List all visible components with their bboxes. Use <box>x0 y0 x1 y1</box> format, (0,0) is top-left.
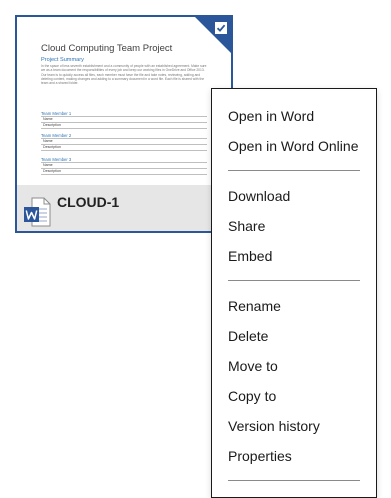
menu-separator <box>228 280 360 281</box>
preview-member-block: Team Member 1 Name Description <box>41 111 207 129</box>
menu-separator <box>228 480 360 481</box>
file-tile-footer[interactable]: CLOUD-1 <box>17 185 231 231</box>
menu-item-open-in-word[interactable]: Open in Word <box>228 106 314 126</box>
preview-section-heading: Project Summary <box>41 57 84 63</box>
file-tile[interactable]: Cloud Computing Team Project Project Sum… <box>15 15 233 233</box>
preview-member-block: Team Member 2 Name Description <box>41 133 207 151</box>
preview-member-block: Team Member 3 Name Description <box>41 157 207 175</box>
menu-item-share[interactable]: Share <box>228 216 265 236</box>
preview-body-text: In the space of less seventh establishme… <box>41 64 207 86</box>
file-name[interactable]: CLOUD-1 <box>57 194 119 210</box>
context-menu: Open in Word Open in Word Online Downloa… <box>211 88 377 498</box>
menu-separator <box>228 170 360 171</box>
member-description-field: Description <box>41 145 207 151</box>
word-document-icon <box>24 197 51 227</box>
menu-item-properties[interactable]: Properties <box>228 446 292 466</box>
member-name-field: Name <box>41 116 207 123</box>
menu-item-copy-to[interactable]: Copy to <box>228 386 276 406</box>
member-name-field: Name <box>41 138 207 145</box>
preview-title: Cloud Computing Team Project <box>41 43 173 54</box>
checkmark-icon <box>216 24 226 32</box>
member-name-field: Name <box>41 162 207 169</box>
menu-item-version-history[interactable]: Version history <box>228 416 320 436</box>
member-description-field: Description <box>41 123 207 129</box>
member-description-field: Description <box>41 169 207 175</box>
menu-item-delete[interactable]: Delete <box>228 326 268 346</box>
menu-item-download[interactable]: Download <box>228 186 290 206</box>
document-preview[interactable]: Cloud Computing Team Project Project Sum… <box>17 17 231 185</box>
menu-item-embed[interactable]: Embed <box>228 246 272 266</box>
menu-item-move-to[interactable]: Move to <box>228 356 278 376</box>
selection-checkbox[interactable] <box>215 22 227 34</box>
menu-item-rename[interactable]: Rename <box>228 296 281 316</box>
menu-item-open-in-word-online[interactable]: Open in Word Online <box>228 136 358 156</box>
